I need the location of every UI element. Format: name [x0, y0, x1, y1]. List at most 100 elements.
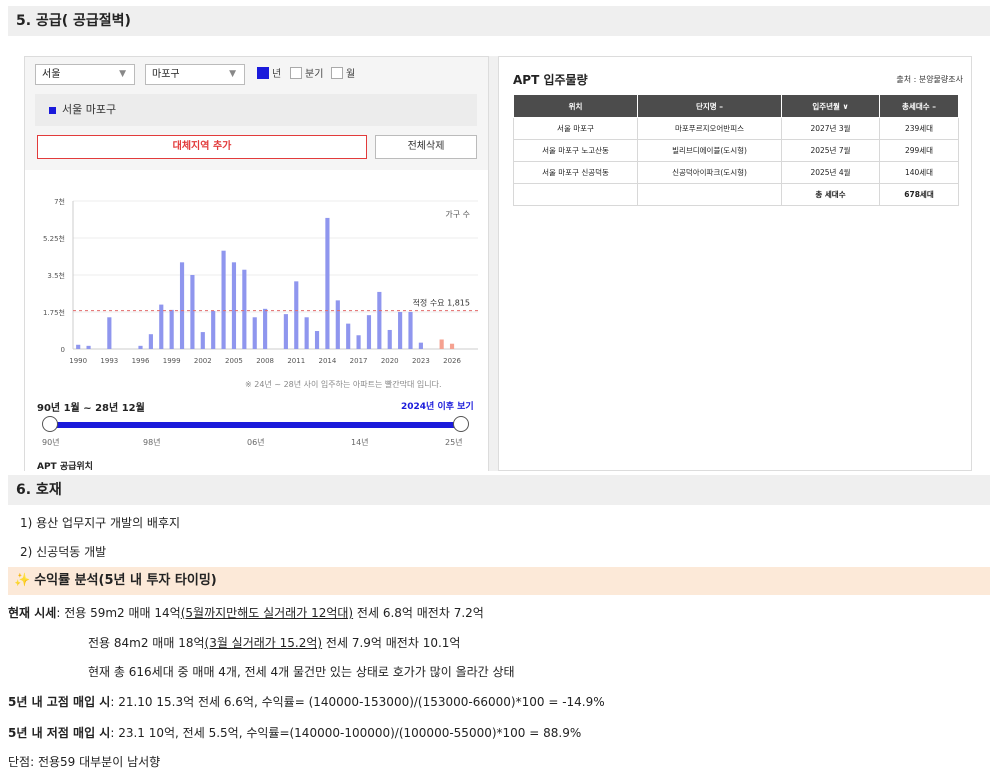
slider-end-handle[interactable] — [453, 416, 469, 432]
column-header-complex[interactable]: 단지명 – — [637, 94, 782, 118]
price-line-84: 전용 84m2 매매 18억(3월 실거래가 15.2억) 전세 7.9억 매전… — [88, 634, 460, 651]
bar — [231, 262, 237, 349]
bar — [418, 342, 423, 349]
low-buy-label: 5년 내 저점 매입 시 — [8, 726, 111, 740]
slider-start-handle[interactable] — [42, 416, 58, 432]
table-total-row: 총 세대수 678세대 — [513, 183, 959, 206]
bar — [200, 332, 205, 349]
period-quarter-checkbox[interactable] — [290, 67, 302, 79]
chart-note: ※ 24년 ~ 28년 사이 입주하는 아파트는 빨간막대 입니다. — [245, 380, 442, 389]
legend-label: 가구 수 — [445, 210, 470, 219]
city-select-value: 서울 — [42, 69, 61, 80]
bar — [377, 291, 382, 349]
bar — [304, 317, 309, 349]
year-range-slider[interactable] — [49, 422, 461, 428]
slider-tick: 90년 — [42, 438, 60, 447]
bar — [335, 300, 340, 349]
district-select-value: 마포구 — [152, 69, 180, 80]
region-tag-label: 서울 마포구 — [62, 103, 117, 116]
city-select[interactable]: 서울 ▼ — [35, 64, 135, 85]
bar — [169, 309, 174, 349]
x-tick-label: 2011 — [287, 357, 305, 365]
add-compare-region-button[interactable]: 대체지역 추가 — [37, 135, 367, 159]
district-select[interactable]: 마포구 ▼ — [145, 64, 245, 85]
x-tick-label: 2017 — [350, 357, 368, 365]
reference-line-label: 적정 수요 1,815 — [413, 298, 470, 308]
bar — [408, 312, 413, 349]
cell-complex: 빌리브디에이블(도시형) — [637, 139, 782, 162]
price-59-rest: 전세 6.8억 매전차 7.2억 — [353, 606, 484, 620]
sparkle-icon: ✨ — [14, 573, 31, 588]
cell-total-units: 239세대 — [879, 117, 959, 140]
table-row: 서울 마포구 노고산동 빌리브디에이블(도시형) 2025년 7월 299세대 — [513, 139, 959, 162]
chevron-down-icon: ▼ — [119, 69, 126, 79]
x-tick-label: 2014 — [319, 357, 337, 365]
column-header-movein-date[interactable]: 입주년월 ∨ — [781, 94, 880, 118]
bar — [346, 323, 351, 349]
x-tick-label: 1993 — [100, 357, 118, 365]
high-buy-text: : 21.10 15.3억 전세 6.6억, 수익률= (140000-1530… — [110, 695, 605, 709]
bar — [439, 339, 444, 349]
period-month-checkbox[interactable] — [331, 67, 343, 79]
apt-location-label: APT 공급위치 — [37, 462, 93, 472]
cell-movein-date: 2025년 4월 — [781, 161, 880, 184]
low-buy-text: : 23.1 10억, 전세 5.5억, 수익률=(140000-100000)… — [110, 726, 582, 740]
slider-tick: 14년 — [351, 438, 369, 447]
bar — [159, 304, 164, 349]
bar — [76, 344, 81, 349]
apt-table-title: APT 입주물량 — [513, 73, 588, 87]
supply-chart-panel: 서울 ▼ 마포구 ▼ 년 분기 월 서울 마포구 대체지역 추가 전체삭제 01… — [24, 56, 489, 472]
price-line-59: 현재 시세: 전용 59m2 매매 14억(5월까지만해도 실거래가 12억대)… — [8, 604, 484, 621]
bar — [242, 269, 247, 349]
period-year-label: 년 — [272, 69, 282, 80]
y-tick-label: 0 — [61, 346, 65, 354]
slider-tick: 98년 — [143, 438, 161, 447]
cell-empty — [513, 183, 638, 206]
apt-table-source: 출처 : 분양물량조사 — [896, 75, 963, 84]
downside-line: 단점: 전용59 대부분이 남서향 — [8, 755, 161, 769]
hojae-item: 2) 신공덕동 개발 — [20, 545, 107, 559]
roi-title: 수익률 분석(5년 내 투자 타이밍) — [34, 573, 217, 588]
after-2024-link[interactable]: 2024년 이후 보기 — [401, 399, 474, 412]
apt-move-in-table: 위치 단지명 – 입주년월 ∨ 총세대수 – 서울 마포구 마포푸르지오어반피스… — [513, 94, 959, 206]
price-59-note: (5월까지만해도 실거래가 12억대) — [180, 606, 354, 620]
cell-total-units: 140세대 — [879, 161, 959, 184]
table-row: 서울 마포구 마포푸르지오어반피스 2027년 3월 239세대 — [513, 117, 959, 140]
table-header-row: 위치 단지명 – 입주년월 ∨ 총세대수 – — [513, 94, 959, 118]
slider-tick: 25년 — [445, 438, 463, 447]
period-year-checkbox[interactable] — [257, 67, 269, 79]
x-tick-label: 1999 — [163, 357, 181, 365]
chevron-down-icon: ▼ — [229, 69, 236, 79]
column-header-total-units[interactable]: 총세대수 – — [879, 94, 959, 118]
price-label: 현재 시세 — [8, 606, 57, 620]
embedded-supply-widget: 서울 ▼ 마포구 ▼ 년 분기 월 서울 마포구 대체지역 추가 전체삭제 01… — [24, 56, 972, 472]
apt-move-in-panel: APT 입주물량 출처 : 분양물량조사 위치 단지명 – 입주년월 ∨ 총세대… — [498, 56, 972, 471]
range-label: 90년 1월 ~ 28년 12월 — [37, 403, 145, 414]
filter-area: 서울 ▼ 마포구 ▼ 년 분기 월 서울 마포구 대체지역 추가 전체삭제 — [25, 57, 488, 170]
bar — [138, 345, 143, 349]
price-84-text: 전용 84m2 매매 18억 — [88, 636, 205, 650]
bar — [294, 281, 299, 349]
bar — [252, 317, 257, 349]
cell-location: 서울 마포구 신공덕동 — [513, 161, 638, 184]
column-header-location[interactable]: 위치 — [513, 94, 638, 118]
bar — [398, 312, 403, 349]
bar — [325, 217, 330, 349]
low-buy-line: 5년 내 저점 매입 시: 23.1 10억, 전세 5.5억, 수익률=(14… — [8, 724, 581, 741]
roi-header: ✨ 수익률 분석(5년 내 투자 타이밍) — [8, 567, 990, 595]
delete-all-button[interactable]: 전체삭제 — [375, 135, 477, 159]
cell-complex: 마포푸르지오어반피스 — [637, 117, 782, 140]
bar — [86, 345, 91, 349]
price-84-note: (3월 실거래가 15.2억) — [204, 636, 323, 650]
bar — [148, 334, 153, 349]
x-tick-label: 2005 — [225, 357, 243, 365]
table-row: 서울 마포구 신공덕동 신공덕아이파크(도시형) 2025년 4월 140세대 — [513, 161, 959, 184]
section-6-header: 6. 호재 — [8, 475, 990, 505]
cell-empty — [637, 183, 782, 206]
bar — [211, 310, 216, 349]
bar — [449, 343, 455, 349]
section-5-title: 5. 공급( 공급절벽) — [16, 13, 131, 29]
bar — [356, 335, 361, 349]
total-value: 678세대 — [879, 183, 959, 206]
x-tick-label: 1990 — [69, 357, 87, 365]
